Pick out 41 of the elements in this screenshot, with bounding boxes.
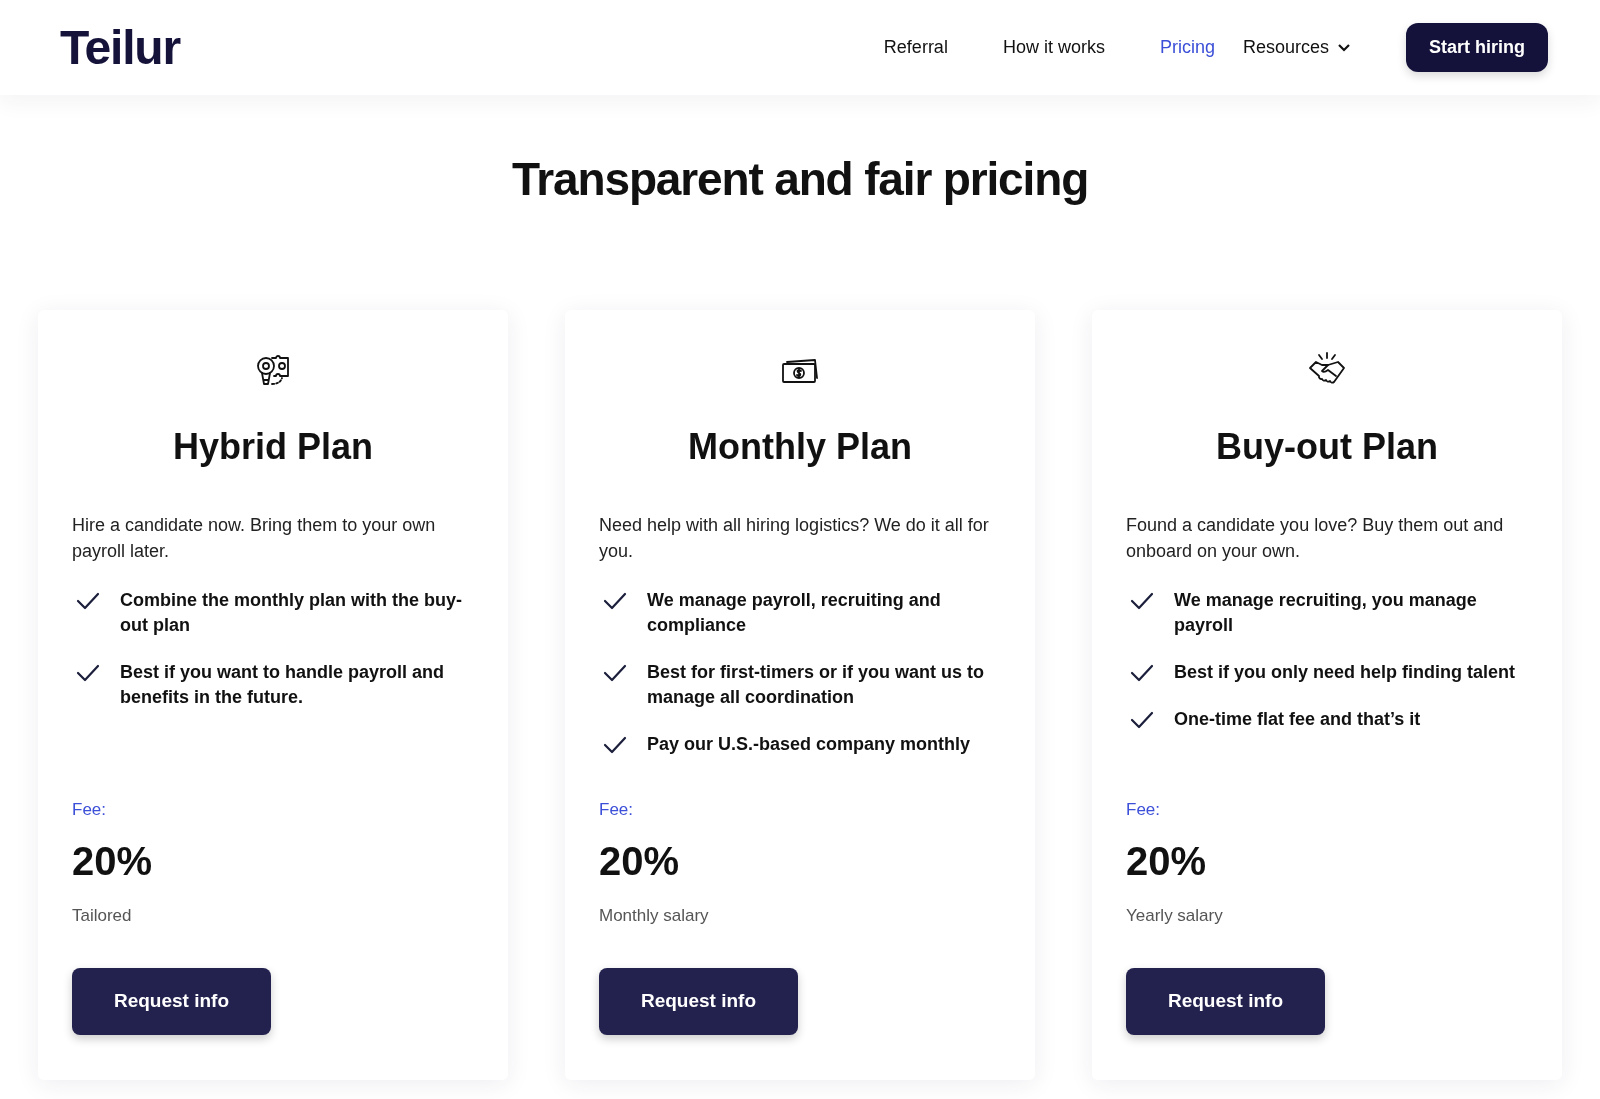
checkmark-icon bbox=[76, 592, 100, 610]
plan-title: Monthly Plan bbox=[687, 425, 913, 469]
fee-value: 20% bbox=[72, 837, 153, 885]
feature-text: We manage recruiting, you manage payroll bbox=[1174, 589, 1478, 637]
plan-description: Hire a candidate now. Bring them to your own payroll later. bbox=[72, 514, 437, 563]
checkmark-icon bbox=[1130, 592, 1154, 610]
plan-description: Found a candidate you love? Buy them out and onboard on your own. bbox=[1126, 514, 1505, 563]
feature-text: We manage payroll, recruiting and compliance bbox=[647, 589, 942, 637]
fee-label: Fee: bbox=[72, 799, 107, 821]
request-info-button[interactable]: Request info bbox=[72, 968, 271, 1035]
fee-label: Fee: bbox=[599, 799, 634, 821]
plan-title: Hybrid Plan bbox=[171, 425, 374, 469]
fee-note: Monthly salary bbox=[599, 904, 709, 927]
feature-text: Best if you only need help finding talent bbox=[1174, 661, 1515, 684]
nav-link[interactable]: How it works bbox=[1002, 34, 1105, 61]
feature-text: Best if you want to handle payroll and benefits in the future. bbox=[120, 661, 446, 709]
nav-link[interactable]: Resources bbox=[1242, 34, 1351, 61]
page-heading: Transparent and fair pricing bbox=[510, 152, 1090, 207]
checkmark-icon bbox=[603, 592, 627, 610]
checkmark-icon bbox=[603, 736, 627, 754]
nav-link[interactable]: Pricing bbox=[1159, 34, 1215, 61]
fee-value: 20% bbox=[1126, 837, 1207, 885]
fee-label: Fee: bbox=[1126, 799, 1161, 821]
start-hiring-button[interactable]: Start hiring bbox=[1406, 23, 1548, 72]
checkmark-icon bbox=[1130, 664, 1154, 682]
checkmark-icon bbox=[76, 664, 100, 682]
feature-text: One-time flat fee and that’s it bbox=[1174, 708, 1421, 731]
checkmark-icon bbox=[1130, 711, 1154, 729]
fee-note: Tailored bbox=[72, 904, 132, 927]
plan-description: Need help with all hiring logistics? We do it all for you. bbox=[599, 514, 990, 563]
request-info-button[interactable]: Request info bbox=[1126, 968, 1325, 1035]
plan-title: Buy-out Plan bbox=[1215, 425, 1439, 469]
nav-link[interactable]: Referral bbox=[883, 34, 948, 61]
logo[interactable]: Teilur bbox=[60, 11, 180, 84]
fee-value: 20% bbox=[599, 837, 680, 885]
fee-note: Yearly salary bbox=[1126, 904, 1223, 927]
feature-text: Combine the monthly plan with the buy-out plan bbox=[120, 589, 463, 637]
feature-text: Best for first-timers or if you want us to manage all coordination bbox=[647, 661, 986, 709]
request-info-button[interactable]: Request info bbox=[599, 968, 798, 1035]
feature-text: Pay our U.S.-based company monthly bbox=[647, 733, 971, 756]
checkmark-icon bbox=[603, 664, 627, 682]
